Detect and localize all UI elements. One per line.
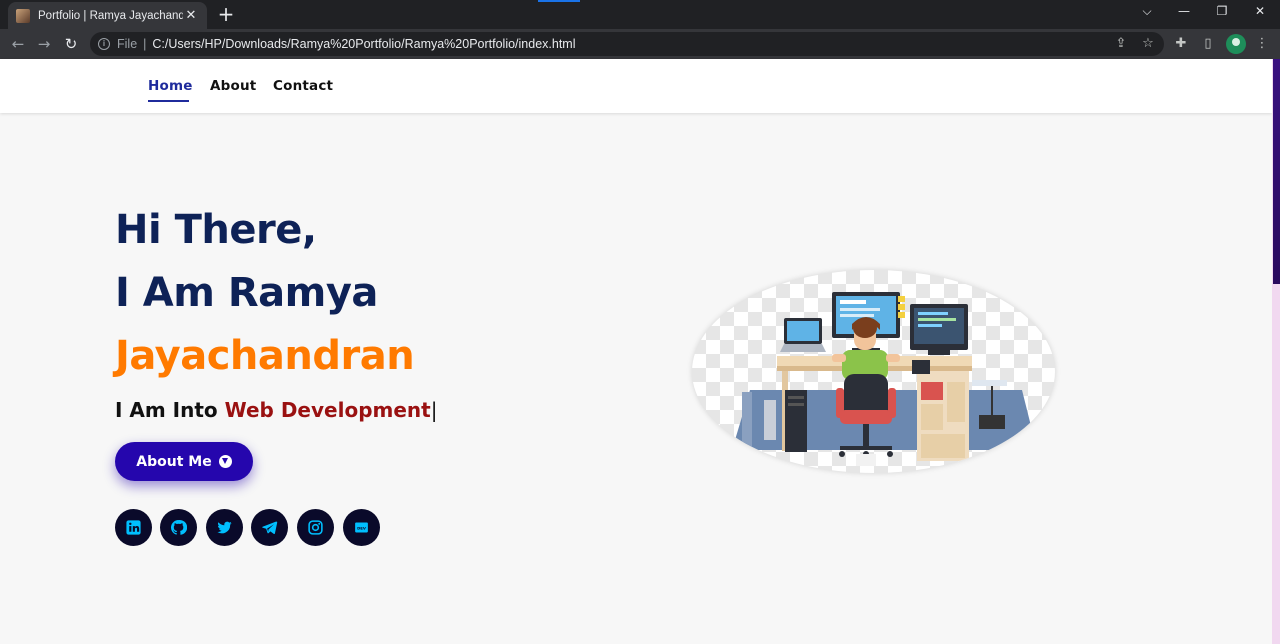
developer-illustration [692, 270, 1055, 473]
close-window-icon[interactable]: ✕ [1250, 4, 1270, 18]
address-bar[interactable]: i File | C:/Users/HP/Downloads/Ramya%20P… [90, 32, 1164, 56]
twitter-icon [217, 521, 232, 534]
url-scheme: File [117, 37, 138, 51]
dev-link[interactable]: DEV [343, 509, 380, 546]
dev-icon: DEV [355, 522, 368, 533]
menu-kebab-icon[interactable]: ⋮ [1253, 35, 1271, 53]
back-icon[interactable]: ← [8, 34, 28, 54]
nav-home[interactable]: Home [148, 78, 193, 94]
arrow-down-circle-icon [218, 455, 232, 468]
about-me-label: About Me [136, 453, 212, 470]
telegram-icon [262, 521, 278, 535]
nav-contact[interactable]: Contact [273, 78, 333, 94]
new-tab-icon[interactable]: + [216, 4, 236, 24]
instagram-icon [308, 520, 323, 535]
typing-cursor: | [430, 398, 438, 422]
page-viewport: Home About Contact Hi There, I Am Ramya … [0, 59, 1272, 644]
hero-surname: Jayachandran [115, 333, 415, 379]
about-me-button[interactable]: About Me [115, 442, 253, 481]
favicon-icon [16, 8, 30, 23]
forward-icon[interactable]: → [34, 34, 54, 54]
restore-icon[interactable]: ❐ [1212, 4, 1232, 18]
browser-toolbar: ← → ↻ i File | C:/Users/HP/Downloads/Ram… [0, 29, 1280, 59]
hero-subtitle: I Am Into Web Development| [115, 398, 437, 422]
url-text[interactable]: C:/Users/HP/Downloads/Ramya%20Portfolio/… [152, 37, 575, 51]
profile-avatar[interactable] [1226, 34, 1246, 54]
instagram-link[interactable] [297, 509, 334, 546]
developer-at-desk-image [732, 292, 1037, 470]
nav-active-underline [148, 100, 189, 102]
linkedin-link[interactable] [115, 509, 152, 546]
tab-search-icon[interactable]: ⌵ [1137, 4, 1157, 19]
side-panel-icon[interactable]: ▯ [1199, 35, 1217, 53]
tab-accent-line [538, 0, 580, 2]
close-tab-icon[interactable]: ✕ [183, 8, 199, 23]
dev-icon-label: DEV [357, 525, 366, 530]
twitter-link[interactable] [206, 509, 243, 546]
extensions-icon[interactable]: ✚ [1172, 35, 1190, 53]
url-separator: | [143, 37, 147, 51]
nav-about[interactable]: About [210, 78, 256, 94]
subtitle-prefix: I Am Into [115, 398, 225, 422]
reload-icon[interactable]: ↻ [61, 34, 81, 54]
page-scrollbar-thumb[interactable] [1273, 59, 1280, 284]
github-icon [171, 520, 187, 535]
bookmark-star-icon[interactable]: ☆ [1139, 35, 1157, 53]
github-link[interactable] [160, 509, 197, 546]
telegram-link[interactable] [251, 509, 288, 546]
info-icon[interactable]: i [98, 38, 110, 50]
hero-greeting: Hi There, [115, 207, 317, 253]
hero-intro: I Am Ramya [115, 270, 378, 316]
tab-title: Portfolio | Ramya Jayachandran [38, 9, 183, 22]
linkedin-icon [126, 520, 141, 535]
minimize-icon[interactable]: — [1174, 4, 1194, 18]
site-navbar: Home About Contact [0, 59, 1272, 113]
share-icon[interactable]: ⇪ [1112, 35, 1130, 53]
browser-tab[interactable]: Portfolio | Ramya Jayachandran ✕ [8, 2, 207, 29]
typed-text: Web Development [224, 398, 431, 422]
browser-tab-bar: Portfolio | Ramya Jayachandran ✕ + ⌵ — ❐… [0, 0, 1280, 29]
